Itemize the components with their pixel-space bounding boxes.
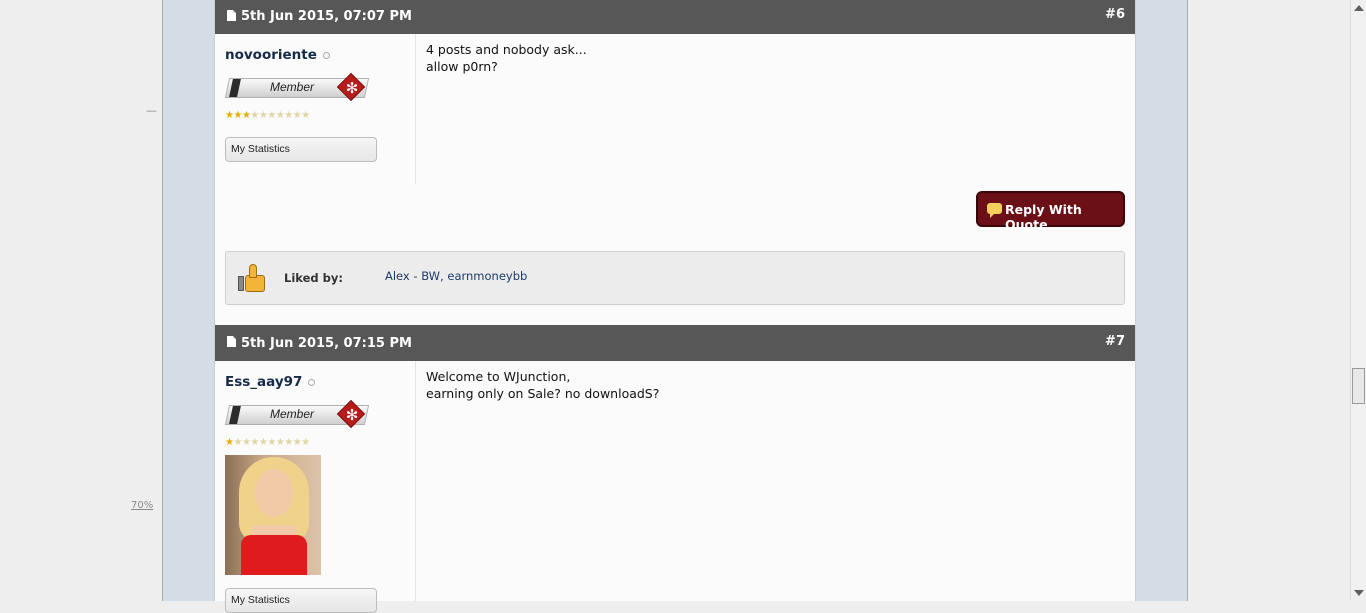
reply-with-quote-button[interactable]: Reply With Quote — [976, 191, 1125, 232]
scroll-up-icon[interactable] — [1354, 5, 1364, 11]
reputation-stars: ★★★★★★★★★★ — [225, 437, 310, 448]
post-6: 5th Jun 2015, 07:07 PM #6 novooriente Me… — [214, 0, 1136, 325]
star-empty-icon: ★ — [267, 437, 276, 448]
quote-bubble-icon — [987, 203, 1002, 218]
zoom-link[interactable]: 70% — [131, 500, 153, 511]
star-empty-icon: ★ — [275, 437, 285, 448]
username-link[interactable]: novooriente — [225, 47, 330, 63]
star-empty-icon: ★ — [250, 110, 259, 121]
star-empty-icon: ★ — [284, 437, 293, 448]
post-icon — [227, 336, 236, 347]
user-info-column: novooriente Member ✻ ★★★★★★★★★★ My Stati… — [215, 34, 416, 184]
star-empty-icon: ★ — [267, 110, 276, 121]
rank-label: Member — [270, 80, 315, 94]
user-avatar[interactable] — [225, 455, 321, 575]
post-message: Welcome to WJunction, earning only on Sa… — [426, 369, 660, 401]
liked-by-box: Liked by: Alex - BW, earnmoneybb — [225, 251, 1125, 305]
post-7: 5th Jun 2015, 07:15 PM #7 Ess_aay97 Memb… — [214, 325, 1136, 613]
offline-status-icon — [308, 378, 316, 386]
reputation-stars: ★★★★★★★★★★ — [225, 110, 310, 121]
star-empty-icon: ★ — [233, 437, 242, 448]
star-empty-icon: ★ — [301, 110, 310, 121]
gutter-dash: — — [146, 104, 157, 117]
liked-users: Alex - BW, earnmoneybb — [385, 269, 527, 283]
rank-badge: Member ✻ — [224, 72, 375, 102]
left-gutter: — 70% — [0, 0, 162, 601]
star-empty-icon: ★ — [275, 110, 285, 121]
username-link[interactable]: Ess_aay97 — [225, 374, 316, 390]
star-empty-icon: ★ — [292, 110, 302, 121]
username-text: Ess_aay97 — [225, 374, 303, 390]
scrollbar[interactable] — [1350, 0, 1366, 601]
post-header: 5th Jun 2015, 07:07 PM #6 — [215, 0, 1135, 34]
star-empty-icon: ★ — [292, 437, 302, 448]
liked-by-label: Liked by: — [284, 271, 343, 285]
scroll-thumb[interactable] — [1352, 368, 1365, 404]
scroll-down-icon[interactable] — [1354, 590, 1364, 596]
post-header: 5th Jun 2015, 07:15 PM #7 — [215, 325, 1135, 361]
post-icon — [227, 10, 236, 21]
rank-label: Member — [270, 407, 315, 421]
rank-star-icon: ✻ — [345, 406, 359, 424]
reply-label: Reply With Quote — [1005, 202, 1082, 232]
my-statistics-button[interactable]: My Statistics — [225, 137, 377, 162]
right-gutter — [1188, 0, 1350, 601]
liked-user-link[interactable]: earnmoneybb — [447, 269, 527, 283]
star-empty-icon: ★ — [284, 110, 293, 121]
star-filled-icon: ★ — [233, 110, 242, 121]
post-date: 5th Jun 2015, 07:15 PM — [241, 336, 412, 351]
post-number-link[interactable]: #6 — [1105, 7, 1125, 22]
rank-badge: Member ✻ — [224, 399, 375, 429]
username-text: novooriente — [225, 47, 317, 63]
post-message: 4 posts and nobody ask... allow p0rn? — [426, 42, 587, 74]
star-empty-icon: ★ — [250, 437, 259, 448]
offline-status-icon — [322, 51, 330, 59]
user-info-column: Ess_aay97 Member ✻ ★★★★★★★★★★ My Statist… — [215, 361, 416, 613]
post-number-link[interactable]: #7 — [1105, 334, 1125, 349]
liked-user-link[interactable]: Alex - BW — [385, 269, 440, 283]
star-empty-icon: ★ — [301, 437, 310, 448]
post-date: 5th Jun 2015, 07:07 PM — [241, 9, 412, 24]
rank-star-icon: ✻ — [345, 79, 359, 97]
thumbs-up-icon — [238, 263, 266, 293]
